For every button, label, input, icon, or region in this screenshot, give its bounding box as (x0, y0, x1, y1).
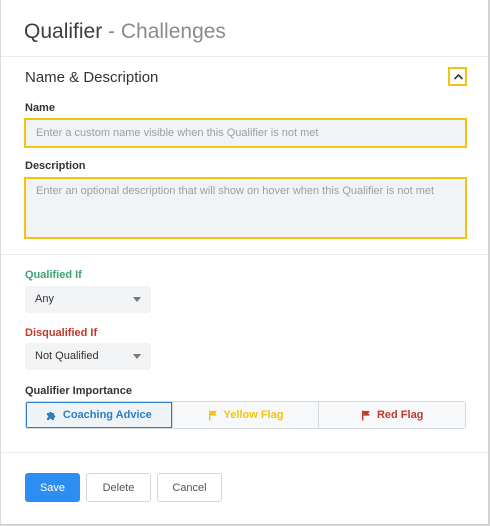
qualified-if-select[interactable]: Any (25, 286, 151, 313)
modal-title: Qualifier - Challenges (24, 20, 226, 44)
qualified-if-value: Any (35, 293, 54, 305)
qualifier-modal: Qualifier - Challenges Name & Descriptio… (1, 0, 489, 525)
modal-title-main: Qualifier (24, 20, 103, 43)
disqualified-if-label: Disqualified If (25, 327, 98, 339)
red-flag-label: Red Flag (376, 409, 424, 421)
coaching-advice-label: Coaching Advice (62, 409, 152, 421)
yellow-flag-label: Yellow Flag (223, 409, 284, 421)
coaching-advice-button[interactable]: Coaching Advice (26, 402, 172, 428)
footer-divider (1, 452, 488, 453)
description-input[interactable] (24, 177, 467, 239)
header-divider (1, 56, 488, 57)
disqualified-if-select[interactable]: Not Qualified (25, 343, 151, 370)
chevron-up-icon (453, 73, 464, 80)
flag-icon (208, 410, 218, 421)
name-label: Name (25, 102, 55, 114)
modal-title-sub: - Challenges (102, 20, 226, 43)
name-input[interactable] (24, 118, 467, 148)
collapse-button[interactable] (448, 67, 467, 86)
section-divider (1, 254, 488, 255)
cancel-button[interactable]: Cancel (157, 473, 222, 502)
caret-down-icon (133, 297, 141, 302)
description-label: Description (25, 160, 86, 172)
qualified-if-label: Qualified If (25, 269, 82, 281)
caret-down-icon (133, 354, 141, 359)
section-title: Name & Description (25, 69, 159, 86)
importance-button-group: Coaching Advice Yellow Flag Red Flag (25, 401, 466, 429)
puzzle-piece-icon (46, 410, 57, 421)
save-button[interactable]: Save (25, 473, 80, 502)
disqualified-if-value: Not Qualified (35, 350, 99, 362)
importance-label: Qualifier Importance (25, 385, 132, 397)
flag-icon (361, 410, 371, 421)
delete-button[interactable]: Delete (86, 473, 151, 502)
red-flag-button[interactable]: Red Flag (318, 402, 465, 428)
yellow-flag-button[interactable]: Yellow Flag (171, 402, 319, 428)
